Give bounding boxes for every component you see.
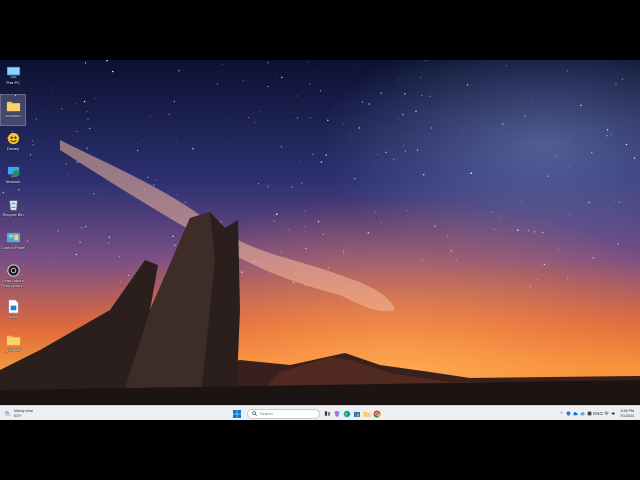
speaker-icon (611, 411, 615, 416)
desktop-icon-ocolumn[interactable]: ocolumn (0, 94, 26, 126)
edge-icon (343, 410, 351, 417)
wifi-button[interactable] (603, 406, 610, 420)
taskbar: Mainly clear 63°F Search ^ ENG 8:36 PM 7… (0, 405, 640, 420)
folder-icon (6, 101, 20, 112)
search-input[interactable] (260, 411, 316, 416)
volume-button[interactable] (610, 406, 617, 420)
tray-app-button[interactable] (572, 406, 579, 420)
computer-icon (6, 66, 20, 79)
chrome-button[interactable] (372, 406, 382, 420)
weather-temperature: 63°F (14, 413, 22, 418)
moon-cloud-icon (4, 410, 11, 417)
chrome-icon (373, 410, 381, 418)
clock[interactable]: 8:36 PM 7/1/2024 (620, 409, 634, 419)
desktop-icon-learn-about-picture[interactable]: Learn about this picture (1, 260, 25, 296)
search-icon (252, 411, 257, 416)
edge-button[interactable] (342, 406, 352, 420)
desktop-icon-projects[interactable]: _projects (1, 329, 25, 359)
start-button[interactable] (233, 406, 243, 420)
clock-date: 7/1/2024 (620, 413, 634, 418)
weather-widget[interactable]: Mainly clear 63°F (4, 406, 33, 420)
chevron-up-icon: ^ (560, 411, 563, 416)
desktop-icon-label: _projects (4, 348, 22, 352)
folder-icon (6, 335, 20, 346)
security-icon (566, 411, 571, 416)
desktop-icon-label: Dewey (6, 147, 20, 151)
language-label: ENG (593, 411, 603, 416)
network-icon (7, 166, 20, 178)
file-explorer-icon (324, 411, 330, 416)
desktop-icon-recycle-bin[interactable]: Recycle Bin (1, 194, 25, 224)
desktop-icon-control-panel[interactable]: Control Panel (1, 227, 25, 257)
desktop-icon-label: tidal (9, 315, 17, 319)
document-icon (8, 299, 18, 314)
desktop-icon-dewey[interactable]: Dewey (1, 128, 25, 158)
language-indicator[interactable]: ENG (593, 406, 603, 420)
copilot-button[interactable] (332, 406, 342, 420)
app-icon (7, 132, 19, 145)
taskbar-search[interactable] (247, 408, 320, 419)
show-hidden-icons-button[interactable]: ^ (558, 406, 565, 420)
cloud-icon (573, 411, 578, 416)
task-view-button[interactable] (322, 406, 332, 420)
weather-condition: Mainly clear (14, 408, 34, 413)
folder-icon (363, 411, 371, 417)
windows-logo-icon (233, 409, 241, 418)
clock-time: 8:36 PM (620, 408, 634, 413)
copilot-icon (334, 410, 340, 417)
desktop-icon-label: Control Panel (0, 246, 26, 250)
tray-app-button[interactable] (579, 406, 586, 420)
desktop-icon-label: This PC (5, 81, 21, 85)
desktop-icon-label: Recycle Bin (2, 213, 24, 217)
recycle-bin-icon (8, 200, 18, 211)
app-tray-icon (587, 411, 592, 416)
file-explorer-button[interactable] (362, 406, 372, 420)
desktop-icon-this-pc[interactable]: This PC (1, 62, 25, 92)
system-tray: ^ ENG 8:36 PM 7/1/2024 (558, 406, 636, 420)
taskbar-apps (322, 406, 382, 420)
store-icon (354, 411, 360, 417)
desktop-icon-label: ocolumn (5, 114, 21, 118)
tray-app-button[interactable] (586, 406, 593, 420)
tray-app-button[interactable] (565, 406, 572, 420)
desktop-icon-network[interactable]: Network (1, 161, 25, 191)
desktop-icon-column: This PC ocolumn Dewey Network Recycle Bi… (0, 60, 26, 405)
desktop-icon-tidal[interactable]: tidal (1, 296, 25, 326)
desktop-icon-label: Network (5, 180, 21, 184)
onedrive-icon (580, 411, 585, 416)
camera-icon (7, 264, 19, 277)
desktop-wallpaper (0, 60, 640, 405)
desktop-icon-label: Learn about this picture (2, 279, 24, 288)
wifi-icon (604, 411, 609, 415)
control-panel-icon (6, 232, 20, 243)
store-button[interactable] (352, 406, 362, 420)
screen: This PC ocolumn Dewey Network Recycle Bi… (0, 60, 640, 420)
